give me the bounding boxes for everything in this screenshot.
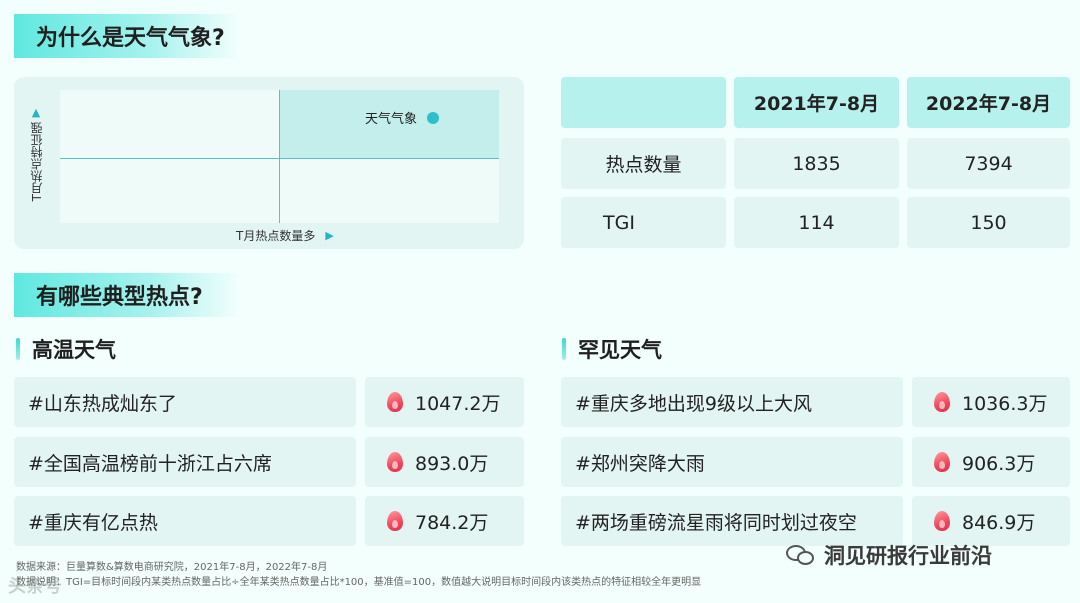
flame-icon [387, 511, 403, 531]
list-item-heat: 846.9万 [912, 496, 1070, 546]
y-axis: ▲ T月热点特征强 [28, 107, 44, 217]
heat-value: 846.9万 [962, 511, 1036, 534]
watermark-brand: 洞见研报行业前沿 [786, 540, 992, 570]
group-title-text: 罕见天气 [578, 338, 662, 362]
list-item-heat: 1047.2万 [365, 377, 524, 427]
quadrant-horizontal-divider [60, 158, 499, 159]
table-header-2022: 2022年7-8月 [907, 77, 1070, 128]
heat-value: 1047.2万 [415, 392, 501, 415]
heat-value: 1036.3万 [962, 392, 1048, 415]
list-item-heat: 1036.3万 [912, 377, 1070, 427]
list-item-topic[interactable]: #重庆多地出现9级以上大风 [561, 377, 903, 427]
group-title-bar [16, 338, 20, 360]
section-title-text: 有哪些典型热点? [36, 285, 203, 310]
heat-value: 906.3万 [962, 452, 1036, 475]
watermark-left: 头条号 [8, 576, 62, 597]
list-item-topic[interactable]: #山东热成灿东了 [14, 377, 356, 427]
table-cell-2021-hotspot-count: 1835 [734, 138, 899, 189]
list-item-topic[interactable]: #郑州突降大雨 [561, 437, 903, 487]
flame-icon [934, 392, 950, 412]
list-item-heat: 906.3万 [912, 437, 1070, 487]
y-axis-arrow-icon: ▲ [31, 106, 41, 119]
list-item-topic[interactable]: #全国高温榜前十浙江占六席 [14, 437, 356, 487]
group-title-bar [562, 338, 566, 360]
x-axis-arrow-icon: ▶ [325, 229, 334, 242]
footnote-note: 数据说明：TGI=目标时间段内某类热点数量占比÷全年某类热点数量占比*100，基… [16, 577, 702, 588]
chat-bubbles-icon [786, 543, 816, 567]
group-title-text: 高温天气 [32, 338, 116, 362]
table-row-label-tgi: TGI [561, 197, 726, 248]
table-cell-2022-hotspot-count: 7394 [907, 138, 1070, 189]
heat-value: 784.2万 [415, 511, 489, 534]
quadrant-point: 天气气象 [365, 108, 440, 127]
heat-value: 893.0万 [415, 452, 489, 475]
group-title-heat: 高温天气 [16, 336, 116, 362]
x-axis: T月热点数量多 ▶ [236, 227, 334, 244]
quadrant-vertical-divider [279, 90, 280, 223]
footnote-source: 数据来源：巨量算数&算数电商研究院，2021年7-8月，2022年7-8月 [16, 562, 328, 573]
quadrant-plot: 天气气象 [60, 90, 499, 223]
flame-icon [934, 511, 950, 531]
list-item-topic[interactable]: #重庆有亿点热 [14, 496, 356, 546]
quadrant-panel: ▲ T月热点特征强 天气气象 T月热点数量多 ▶ [14, 77, 524, 249]
table-cell-2022-tgi: 150 [907, 197, 1070, 248]
table-header-2021: 2021年7-8月 [734, 77, 899, 128]
flame-icon [387, 452, 403, 472]
section-title-typical-hotspots: 有哪些典型热点? [14, 273, 239, 317]
table-row-label-hotspot-count: 热点数量 [561, 138, 726, 189]
table-cell-2021-tgi: 114 [734, 197, 899, 248]
quadrant-point-label: 天气气象 [365, 112, 418, 127]
section-title-why-weather: 为什么是天气气象? [14, 14, 239, 58]
flame-icon [934, 452, 950, 472]
table-header-empty [561, 77, 726, 128]
list-item-heat: 784.2万 [365, 496, 524, 546]
x-axis-label: T月热点数量多 [236, 229, 316, 243]
group-title-rare: 罕见天气 [562, 336, 662, 362]
list-item-topic[interactable]: #两场重磅流星雨将同时划过夜空 [561, 496, 903, 546]
section-title-text: 为什么是天气气象? [36, 26, 225, 51]
watermark-text: 洞见研报行业前沿 [824, 544, 992, 568]
flame-icon [387, 392, 403, 412]
point-dot-icon [427, 111, 440, 124]
list-item-heat: 893.0万 [365, 437, 524, 487]
y-axis-label: T月热点特征强 [29, 122, 44, 202]
